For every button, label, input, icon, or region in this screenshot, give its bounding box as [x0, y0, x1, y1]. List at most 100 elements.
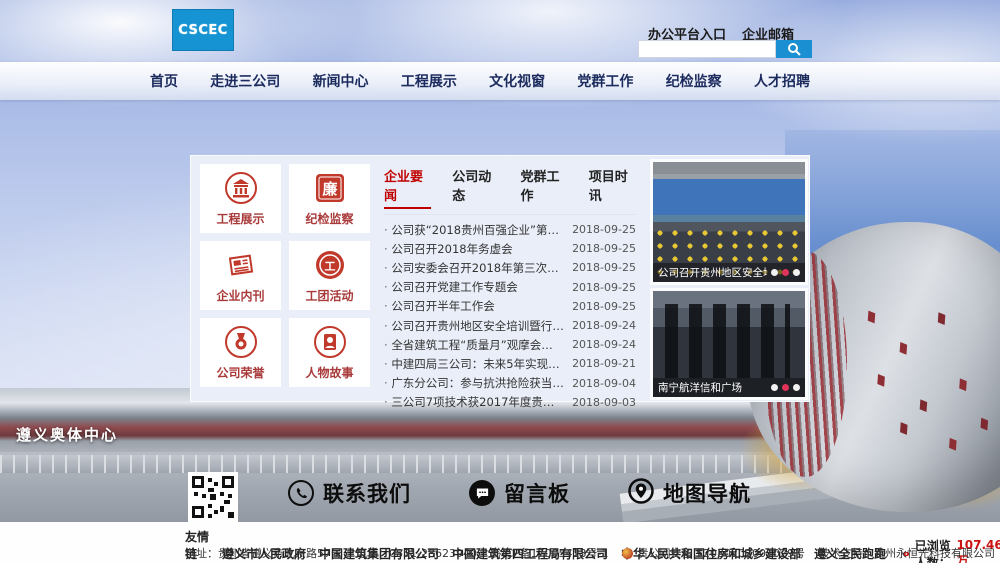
quick-link-4[interactable]: 公司荣誉 — [200, 318, 281, 387]
footer-support-link[interactable]: 贵州永恒光科技有限公司 — [874, 547, 995, 560]
newspaper-icon — [223, 247, 259, 283]
carousel-caption-bar: 南宁航洋信和广场 — [653, 378, 805, 397]
media-panel: 公司召开贵州地区安全培训暨... 南宁航洋信和广场 — [648, 156, 810, 401]
quick-link-2[interactable]: 企业内刊 — [200, 241, 281, 310]
company-logo[interactable]: CSCEC — [172, 9, 234, 51]
quick-link-1[interactable]: 廉纪检监察 — [289, 164, 370, 233]
nav-item-3[interactable]: 工程展示 — [401, 71, 457, 91]
news-title: 公司召开党建工作专题会 — [384, 279, 564, 295]
nav-item-4[interactable]: 文化视窗 — [489, 71, 545, 91]
security-badge-icon — [622, 548, 633, 559]
contact-label: 留言板 — [504, 478, 570, 508]
news-row-1[interactable]: 公司召开2018年务虚会2018-09-25 — [384, 239, 636, 258]
quick-link-label: 人物故事 — [305, 364, 353, 381]
news-row-7[interactable]: 中建四局三公司：未来5年实现人工智能进入可装配式建筑2018-09-21 — [384, 354, 636, 373]
quick-link-0[interactable]: 工程展示 — [200, 164, 281, 233]
news-row-0[interactable]: 公司获“2018贵州百强企业”第18位 2018-09-25 — [384, 220, 636, 239]
news-date: 2018-09-25 — [572, 300, 636, 313]
qr-code — [188, 472, 238, 522]
news-date: 2018-09-25 — [572, 281, 636, 294]
nav-item-5[interactable]: 党群工作 — [577, 71, 633, 91]
quick-link-3[interactable]: 工工团活动 — [289, 241, 370, 310]
news-title: 广东分公司：参与抗洪抢险获当地政府表彰 — [384, 375, 564, 391]
news-title: 三公司7项技术获2017年度贵州省级工法 — [384, 394, 564, 410]
company-logo-text: CSCEC — [178, 23, 228, 38]
carousel-dot-2[interactable] — [793, 269, 800, 276]
news-row-9[interactable]: 三公司7项技术获2017年度贵州省级工法 2018-09-03 — [384, 393, 636, 412]
quick-link-label: 工团活动 — [305, 287, 353, 304]
nav-item-0[interactable]: 首页 — [150, 71, 178, 91]
news-title: 全省建筑工程“质量月”观摩会在遵辛福苑项目举行 — [384, 337, 564, 353]
news-list: 公司获“2018贵州百强企业”第18位2018-09-25公司召开2018年务虚… — [384, 220, 636, 412]
contact-item-0[interactable]: 联系我们 — [288, 478, 411, 508]
carousel-safety-training[interactable]: 公司召开贵州地区安全培训暨... — [650, 159, 808, 285]
contact-item-2[interactable]: 地图导航 — [628, 478, 751, 508]
carousel-caption: 公司召开贵州地区安全培训暨... — [658, 265, 767, 280]
news-title: 公司安委会召开2018年第三次会议 — [384, 260, 564, 276]
news-row-6[interactable]: 全省建筑工程“质量月”观摩会在遵辛福苑项目举行2018-09-24 — [384, 335, 636, 354]
news-date: 2018-09-21 — [572, 357, 636, 370]
map-pin-icon — [628, 478, 654, 508]
news-row-5[interactable]: 公司召开贵州地区安全培训暨行为安全之星表彰会2018-09-24 — [384, 316, 636, 335]
carousel-dot-0[interactable] — [771, 269, 778, 276]
main-nav-items: 首页 走进三公司 新闻中心 工程展示 文化视窗 党群工作 纪检监察 人才招聘 — [150, 71, 810, 91]
nav-item-2[interactable]: 新闻中心 — [313, 71, 369, 91]
medal-icon — [223, 324, 259, 360]
footer: 友情链接： 遵义市人民政府中国建筑集团有限公司中国建筑第四工程局有限公司中华人民… — [0, 522, 1000, 563]
quick-link-label: 公司荣誉 — [216, 364, 264, 381]
svg-text:工: 工 — [324, 260, 335, 273]
footer-security: 贵公网安备 52030202001029号 — [622, 545, 804, 561]
nav-item-7[interactable]: 人才招聘 — [754, 71, 810, 91]
carousel-caption: 南宁航洋信和广场 — [658, 380, 767, 395]
carousel-dots — [771, 269, 800, 276]
news-row-8[interactable]: 广东分公司：参与抗洪抢险获当地政府表彰2018-09-04 — [384, 374, 636, 393]
news-date: 2018-09-03 — [572, 396, 636, 409]
qr-code-pattern — [190, 474, 236, 520]
carousel-dot-1[interactable] — [782, 384, 789, 391]
news-row-4[interactable]: 公司召开半年工作会 2018-09-25 — [384, 297, 636, 316]
nav-item-1[interactable]: 走进三公司 — [210, 71, 280, 91]
photo-gymnasium-accents — [868, 311, 876, 324]
footer-security-link[interactable]: 贵公网安备 52030202001029号 — [637, 545, 804, 561]
news-date: 2018-09-24 — [572, 319, 636, 332]
carousel-project[interactable]: 南宁航洋信和广场 — [650, 288, 808, 400]
news-title: 公司召开半年工作会 — [384, 298, 564, 314]
search-icon — [787, 42, 801, 56]
emblem-icon: 工 — [312, 247, 348, 283]
phone-icon — [288, 480, 314, 506]
contact-label: 联系我们 — [323, 478, 411, 508]
news-row-2[interactable]: 公司安委会召开2018年第三次会议 2018-09-25 — [384, 258, 636, 277]
search-button[interactable] — [776, 40, 812, 58]
quick-link-label: 工程展示 — [216, 210, 264, 227]
news-tab-1[interactable]: 公司动态 — [452, 166, 499, 209]
carousel-dot-1[interactable] — [782, 269, 789, 276]
news-tabs: 企业要闻公司动态党群工作项目时讯 — [384, 166, 636, 215]
quick-link-5[interactable]: 人物故事 — [289, 318, 370, 387]
content-panel: 工程展示廉纪检监察企业内刊工工团活动公司荣誉人物故事 企业要闻公司动态党群工作项… — [190, 155, 810, 402]
news-tab-0[interactable]: 企业要闻 — [384, 166, 431, 209]
footer-info-line: 地址：贵州省遵义市北京路57号 电话：0851-28623940 黔ICP备17… — [185, 545, 1000, 561]
contact-strip: 联系我们 留言板 地图导航 — [288, 478, 751, 508]
search-input[interactable] — [638, 40, 776, 58]
footer-icp-link[interactable]: 黔ICP备17005413号-1 — [491, 545, 609, 561]
carousel-dot-2[interactable] — [793, 384, 800, 391]
news-tab-2[interactable]: 党群工作 — [521, 166, 568, 209]
footer-address: 地址：贵州省遵义市北京路57号 — [185, 545, 342, 561]
news-date: 2018-09-25 — [572, 223, 636, 236]
quick-link-label: 纪检监察 — [305, 210, 353, 227]
contact-item-1[interactable]: 留言板 — [469, 478, 570, 508]
news-date: 2018-09-25 — [572, 242, 636, 255]
nav-item-6[interactable]: 纪检监察 — [666, 71, 722, 91]
contact-label: 地图导航 — [663, 478, 751, 508]
news-row-3[interactable]: 公司召开党建工作专题会 2018-09-25 — [384, 278, 636, 297]
footer-phone: 电话：0851-28623940 — [356, 545, 477, 561]
carousel-dot-0[interactable] — [771, 384, 778, 391]
message-icon — [469, 480, 495, 506]
news-title: 公司获“2018贵州百强企业”第18位 — [384, 222, 564, 238]
footer-support-label: 技术支持： — [819, 547, 874, 560]
svg-text:廉: 廉 — [322, 180, 337, 198]
seal-icon: 廉 — [312, 170, 348, 206]
news-tab-3[interactable]: 项目时讯 — [589, 166, 636, 209]
main-nav: 首页 走进三公司 新闻中心 工程展示 文化视窗 党群工作 纪检监察 人才招聘 — [0, 62, 1000, 100]
news-date: 2018-09-25 — [572, 261, 636, 274]
